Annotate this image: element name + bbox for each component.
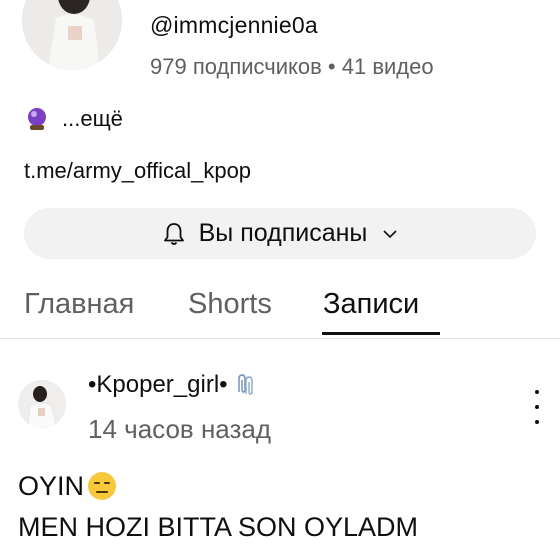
channel-stats: 979 подписчиков • 41 видео: [150, 54, 434, 79]
more-vert-icon[interactable]: [527, 390, 547, 424]
post-author-avatar[interactable]: [18, 380, 66, 428]
channel-handle: @immcjennie0a: [150, 12, 318, 38]
active-tab-indicator: [322, 332, 440, 335]
post-author[interactable]: •Kpoper_girl•: [88, 370, 260, 400]
post-timestamp: 14 часов назад: [88, 414, 272, 444]
tab-posts[interactable]: Записи: [323, 288, 419, 321]
tabs-divider: [0, 338, 560, 339]
subscribed-label: Вы подписаны: [198, 219, 368, 247]
channel-description[interactable]: ...ещё: [24, 106, 123, 132]
description-more-link[interactable]: ...ещё: [62, 106, 123, 132]
paperclip-icon: [230, 370, 260, 400]
expressionless-face-icon: [86, 470, 118, 502]
channel-avatar[interactable]: [22, 0, 122, 70]
subscribed-button[interactable]: Вы подписаны: [24, 208, 536, 259]
channel-tabs: Главная Shorts Записи: [0, 280, 560, 338]
channel-link[interactable]: t.me/army_offical_kpop: [24, 158, 251, 184]
tab-shorts[interactable]: Shorts: [188, 288, 272, 321]
bell-icon: [161, 221, 187, 247]
post-text-line-2: MEN HOZI BITTA SON OYLADM: [18, 512, 419, 542]
tab-home[interactable]: Главная: [24, 288, 134, 321]
post-text-oyin: OYIN: [18, 470, 85, 501]
post-author-name: •Kpoper_girl•: [88, 371, 228, 398]
crystal-ball-icon: [24, 106, 50, 132]
chevron-down-icon: [381, 225, 399, 243]
post-text-line-1: OYIN: [18, 470, 118, 502]
